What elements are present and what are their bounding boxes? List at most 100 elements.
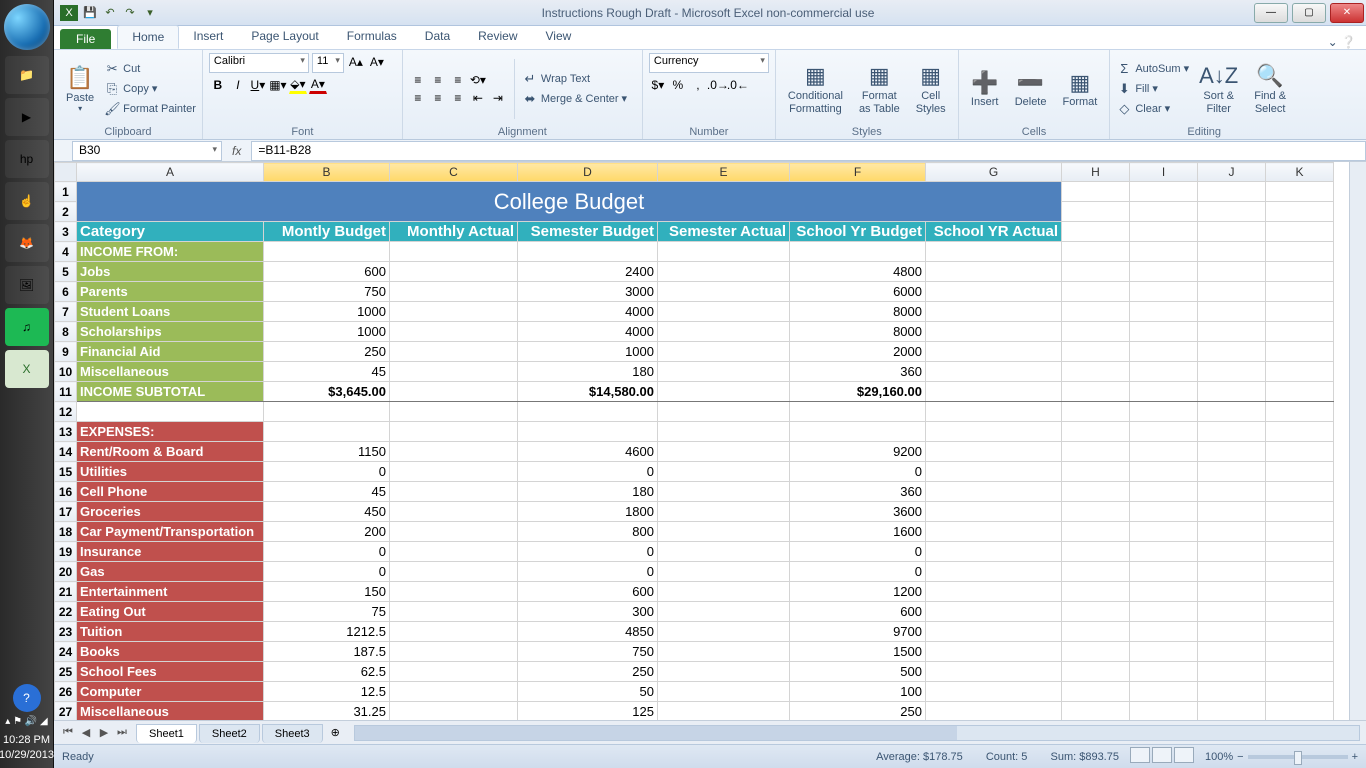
data-cell[interactable] (390, 302, 518, 322)
label-cell[interactable]: School Fees (77, 662, 264, 682)
data-cell[interactable]: 1000 (518, 342, 658, 362)
data-cell[interactable] (518, 422, 658, 442)
fill-color-button[interactable]: ⬙▾ (289, 76, 307, 94)
taskbar-app-touch[interactable]: ☝ (5, 182, 49, 220)
data-cell[interactable] (926, 422, 1062, 442)
data-cell[interactable]: 0 (518, 462, 658, 482)
undo-icon[interactable]: ↶ (102, 5, 118, 21)
data-cell[interactable]: 0 (790, 562, 926, 582)
wrap-text-button[interactable]: ↵Wrap Text (522, 69, 627, 89)
data-cell[interactable]: 4000 (518, 302, 658, 322)
row-header-5[interactable]: 5 (55, 262, 77, 282)
col-header-C[interactable]: C (390, 163, 518, 182)
new-sheet-button[interactable]: ⊕ (323, 726, 348, 739)
col-header-H[interactable]: H (1062, 163, 1130, 182)
sort-filter-button[interactable]: A↓ZSort & Filter (1193, 60, 1244, 117)
data-cell[interactable]: 45 (264, 482, 390, 502)
data-cell[interactable] (658, 342, 790, 362)
label-cell[interactable]: Parents (77, 282, 264, 302)
ribbon-tab-data[interactable]: Data (411, 25, 464, 49)
data-cell[interactable]: 180 (518, 362, 658, 382)
system-tray[interactable]: ▴ ⚑ 🔊 ◢ (3, 714, 49, 729)
row-header-22[interactable]: 22 (55, 602, 77, 622)
decrease-font-icon[interactable]: A▾ (368, 53, 386, 71)
data-cell[interactable] (390, 382, 518, 402)
view-buttons[interactable] (1129, 747, 1195, 766)
data-cell[interactable] (390, 502, 518, 522)
currency-icon[interactable]: $▾ (649, 76, 667, 94)
header-cell[interactable]: School Yr Budget (790, 222, 926, 242)
data-cell[interactable] (926, 482, 1062, 502)
format-cells-button[interactable]: ▦Format (1056, 66, 1103, 111)
row-header-8[interactable]: 8 (55, 322, 77, 342)
data-cell[interactable] (926, 442, 1062, 462)
data-cell[interactable]: 600 (518, 582, 658, 602)
data-cell[interactable]: 1800 (518, 502, 658, 522)
label-cell[interactable]: Tuition (77, 622, 264, 642)
label-cell[interactable]: Financial Aid (77, 342, 264, 362)
label-cell[interactable]: Miscellaneous (77, 702, 264, 721)
col-header-B[interactable]: B (264, 163, 390, 182)
row-header-20[interactable]: 20 (55, 562, 77, 582)
row-header-9[interactable]: 9 (55, 342, 77, 362)
row-header-26[interactable]: 26 (55, 682, 77, 702)
data-cell[interactable] (658, 402, 790, 422)
data-cell[interactable]: 0 (518, 542, 658, 562)
data-cell[interactable] (658, 502, 790, 522)
row-header-25[interactable]: 25 (55, 662, 77, 682)
data-cell[interactable] (926, 662, 1062, 682)
data-cell[interactable] (658, 582, 790, 602)
data-cell[interactable] (790, 242, 926, 262)
data-cell[interactable] (926, 402, 1062, 422)
align-right-icon[interactable]: ≡ (449, 89, 467, 107)
data-cell[interactable] (926, 702, 1062, 721)
data-cell[interactable] (390, 322, 518, 342)
data-cell[interactable] (926, 642, 1062, 662)
data-cell[interactable] (390, 442, 518, 462)
data-cell[interactable]: 31.25 (264, 702, 390, 721)
data-cell[interactable]: 180 (518, 482, 658, 502)
align-bottom-icon[interactable]: ≡ (449, 71, 467, 89)
data-cell[interactable] (390, 462, 518, 482)
data-cell[interactable] (926, 462, 1062, 482)
data-cell[interactable]: 1000 (264, 322, 390, 342)
paste-button[interactable]: 📋Paste▾ (60, 62, 100, 116)
data-cell[interactable]: 45 (264, 362, 390, 382)
data-cell[interactable]: 4000 (518, 322, 658, 342)
label-cell[interactable]: Cell Phone (77, 482, 264, 502)
data-cell[interactable] (926, 522, 1062, 542)
data-cell[interactable]: 0 (264, 542, 390, 562)
data-cell[interactable] (658, 682, 790, 702)
data-cell[interactable] (390, 642, 518, 662)
data-cell[interactable] (390, 702, 518, 721)
data-cell[interactable] (390, 402, 518, 422)
data-cell[interactable] (658, 622, 790, 642)
data-cell[interactable]: 1200 (790, 582, 926, 602)
close-button[interactable]: ✕ (1330, 3, 1364, 23)
data-cell[interactable] (390, 482, 518, 502)
col-header-E[interactable]: E (658, 163, 790, 182)
data-cell[interactable] (926, 562, 1062, 582)
data-cell[interactable]: 62.5 (264, 662, 390, 682)
data-cell[interactable]: 2400 (518, 262, 658, 282)
data-cell[interactable] (926, 322, 1062, 342)
sheet-nav[interactable]: ⏮◀▶⏭ (54, 726, 136, 739)
row-header-12[interactable]: 12 (55, 402, 77, 422)
label-cell[interactable]: Scholarships (77, 322, 264, 342)
data-cell[interactable]: 1212.5 (264, 622, 390, 642)
header-cell[interactable]: Semester Budget (518, 222, 658, 242)
data-cell[interactable] (658, 602, 790, 622)
data-cell[interactable] (926, 382, 1062, 402)
label-cell[interactable]: Eating Out (77, 602, 264, 622)
data-cell[interactable] (518, 402, 658, 422)
row-header-27[interactable]: 27 (55, 702, 77, 721)
data-cell[interactable]: 600 (790, 602, 926, 622)
data-cell[interactable]: 187.5 (264, 642, 390, 662)
taskbar-app-explorer[interactable]: 📁 (5, 56, 49, 94)
row-header-11[interactable]: 11 (55, 382, 77, 402)
data-cell[interactable] (658, 362, 790, 382)
label-cell[interactable]: Insurance (77, 542, 264, 562)
header-cell[interactable]: Montly Budget (264, 222, 390, 242)
taskbar-app-media[interactable]: ▶ (5, 98, 49, 136)
label-cell[interactable]: Rent/Room & Board (77, 442, 264, 462)
